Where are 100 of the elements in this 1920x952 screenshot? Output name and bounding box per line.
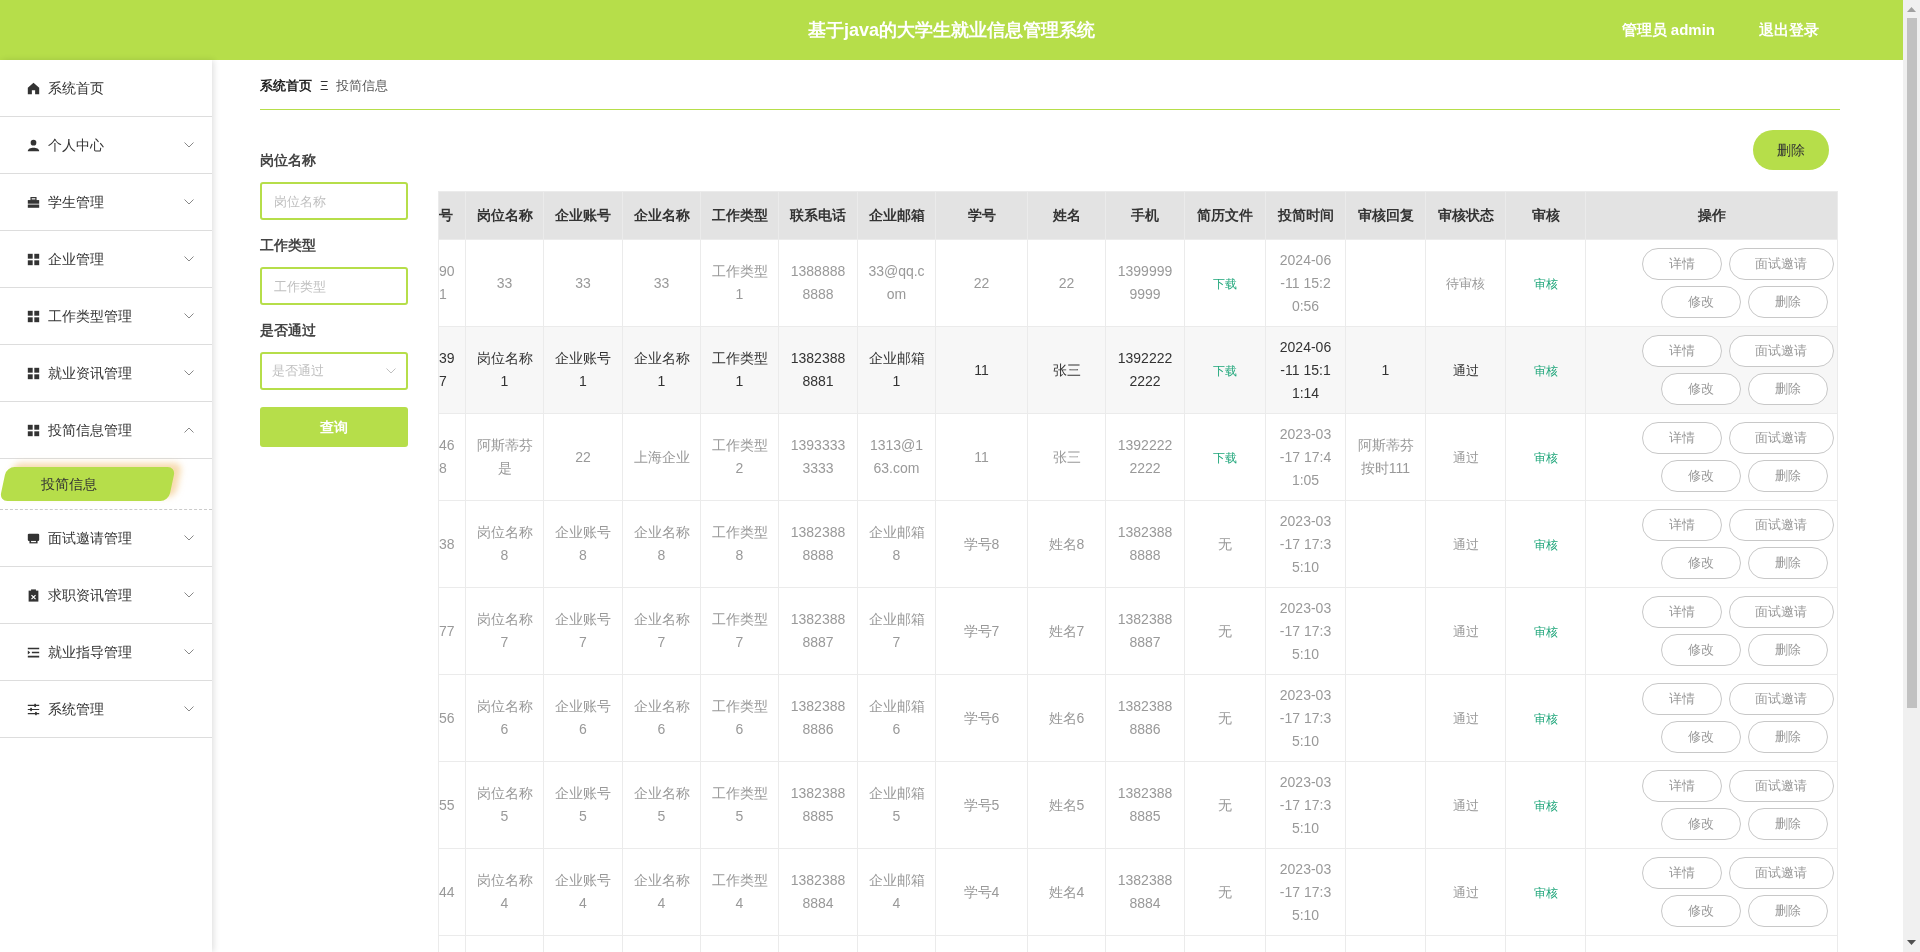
action-button[interactable]: 面试邀请 [1728, 335, 1834, 367]
review-link[interactable]: 审核 [1533, 276, 1558, 291]
table-cell-text: 22 [574, 447, 592, 467]
table-cell-text: 企业名称5 [632, 784, 691, 826]
sidebar-item[interactable]: 系统首页 [0, 60, 212, 117]
table-cell-text: 阿斯蒂芬是 [475, 436, 534, 478]
review-link[interactable]: 审核 [1533, 711, 1558, 726]
sidebar-item[interactable]: 面试邀请管理 [0, 510, 212, 567]
sidebar-subitem[interactable]: 投简信息 [0, 467, 176, 501]
action-button[interactable]: 面试邀请 [1728, 683, 1834, 715]
action-button[interactable]: 删除 [1748, 373, 1828, 405]
download-link[interactable]: 下载 [1213, 450, 1237, 465]
action-button[interactable]: 修改 [1661, 721, 1741, 753]
action-button[interactable]: 面试邀请 [1728, 509, 1834, 541]
table-cell-text: 岗位名称4 [475, 871, 534, 913]
action-button[interactable]: 删除 [1748, 547, 1828, 579]
action-button[interactable]: 删除 [1748, 808, 1828, 840]
table-cell-text: 13823888887 [1116, 610, 1174, 652]
action-button[interactable]: 详情 [1641, 335, 1722, 367]
clipboard-x-icon [27, 588, 40, 602]
sidebar-item[interactable]: 个人中心 [0, 117, 212, 174]
action-button[interactable]: 修改 [1661, 286, 1741, 318]
action-button[interactable]: 详情 [1641, 422, 1722, 454]
table-cell-text: 44 [439, 882, 456, 902]
action-button[interactable]: 面试邀请 [1728, 596, 1834, 628]
download-link[interactable]: 下载 [1213, 363, 1237, 378]
action-button[interactable]: 修改 [1661, 547, 1741, 579]
sidebar-item[interactable]: 工作类型管理 [0, 288, 212, 345]
table-cell-text: 企业邮箱5 [867, 784, 926, 826]
action-button[interactable]: 面试邀请 [1728, 857, 1834, 889]
action-button[interactable]: 删除 [1748, 895, 1828, 927]
action-button[interactable]: 删除 [1748, 634, 1828, 666]
sidebar-item[interactable]: 企业管理 [0, 231, 212, 288]
breadcrumb-link[interactable]: 系统首页 [260, 75, 312, 96]
review-link[interactable]: 审核 [1533, 885, 1558, 900]
action-button[interactable]: 面试邀请 [1728, 770, 1834, 802]
table-cell-text: 13823888888 [789, 523, 847, 565]
table-cell-text: 学号8 [962, 534, 1001, 554]
filter-label: 工作类型 [260, 236, 317, 255]
download-link[interactable]: 下载 [1213, 276, 1237, 291]
table-cell-text: 22 [972, 273, 991, 293]
review-link[interactable]: 审核 [1533, 363, 1558, 378]
scroll-down-icon[interactable] [1907, 940, 1916, 946]
action-button[interactable]: 详情 [1641, 509, 1722, 541]
action-button[interactable]: 删除 [1748, 721, 1828, 753]
input-field[interactable]: 岗位名称 [260, 182, 408, 220]
review-link[interactable]: 审核 [1533, 537, 1558, 552]
select-field[interactable]: 是否通过 [260, 352, 408, 390]
action-button[interactable]: 修改 [1661, 808, 1741, 840]
search-button[interactable]: 查询 [260, 407, 408, 447]
table-cell-text: 33 [652, 273, 671, 293]
action-button[interactable]: 修改 [1661, 895, 1741, 927]
sidebar-item[interactable]: 投简信息管理 [0, 402, 212, 459]
table-cell-text: 企业账号7 [554, 610, 612, 652]
action-button[interactable]: 面试邀请 [1728, 248, 1834, 280]
table-cell-text: 通过 [1451, 796, 1480, 815]
action-button[interactable]: 详情 [1641, 770, 1722, 802]
table-cell-text: 企业邮箱4 [867, 871, 926, 913]
review-link[interactable]: 审核 [1533, 798, 1558, 813]
table-cell-text: 13823888885 [1116, 784, 1174, 826]
table-cell-text: 学号4 [962, 882, 1001, 902]
chevron-down-icon [386, 368, 396, 374]
scrollbar[interactable] [1903, 0, 1920, 952]
delete-button[interactable]: 删除 [1753, 130, 1829, 170]
table-cell-text: 33 [574, 273, 592, 293]
action-button[interactable]: 面试邀请 [1728, 422, 1834, 454]
column-header: 号 [438, 191, 466, 240]
sidebar-item[interactable]: 就业资讯管理 [0, 345, 212, 402]
action-button[interactable]: 修改 [1661, 460, 1741, 492]
table-cell-text: 2024-06-11 15:11:14 [1278, 337, 1333, 403]
input-field[interactable]: 工作类型 [260, 267, 408, 305]
logout-link[interactable]: 退出登录 [1759, 18, 1819, 42]
review-link[interactable]: 审核 [1533, 624, 1558, 639]
action-button[interactable]: 详情 [1641, 596, 1722, 628]
action-button[interactable]: 修改 [1661, 373, 1741, 405]
column-header: 简历文件 [1184, 191, 1266, 240]
admin-user: 管理员 admin [1621, 19, 1715, 40]
sidebar-item[interactable]: 学生管理 [0, 174, 212, 231]
sidebar-item[interactable]: 就业指导管理 [0, 624, 212, 681]
sidebar-item[interactable]: 求职资讯管理 [0, 567, 212, 624]
table-cell-text: 13823888888 [1116, 523, 1174, 565]
table-cell-text: 13999999999 [1116, 262, 1174, 304]
table-cell-text: 11 [973, 447, 990, 467]
table-cell-text: 通过 [1451, 709, 1480, 728]
action-button[interactable]: 修改 [1661, 634, 1741, 666]
action-button[interactable]: 详情 [1641, 683, 1722, 715]
sidebar-item[interactable]: 系统管理 [0, 681, 212, 738]
action-button[interactable]: 详情 [1641, 857, 1722, 889]
table-cell-text: 学号6 [962, 708, 1001, 728]
table-cell-text: 岗位名称1 [475, 349, 534, 391]
scroll-up-icon[interactable] [1907, 6, 1916, 12]
briefcase-icon [27, 195, 40, 209]
action-button[interactable]: 删除 [1748, 286, 1828, 318]
table-cell-text: 工作类型2 [710, 436, 769, 478]
action-button[interactable]: 详情 [1641, 248, 1722, 280]
breadcrumb-link[interactable]: 投简信息 [336, 75, 389, 96]
action-button[interactable]: 删除 [1748, 460, 1828, 492]
review-link[interactable]: 审核 [1533, 450, 1558, 465]
table-cell-text: 岗位名称8 [475, 523, 534, 565]
table-cell-text: 13888888888 [789, 262, 847, 304]
